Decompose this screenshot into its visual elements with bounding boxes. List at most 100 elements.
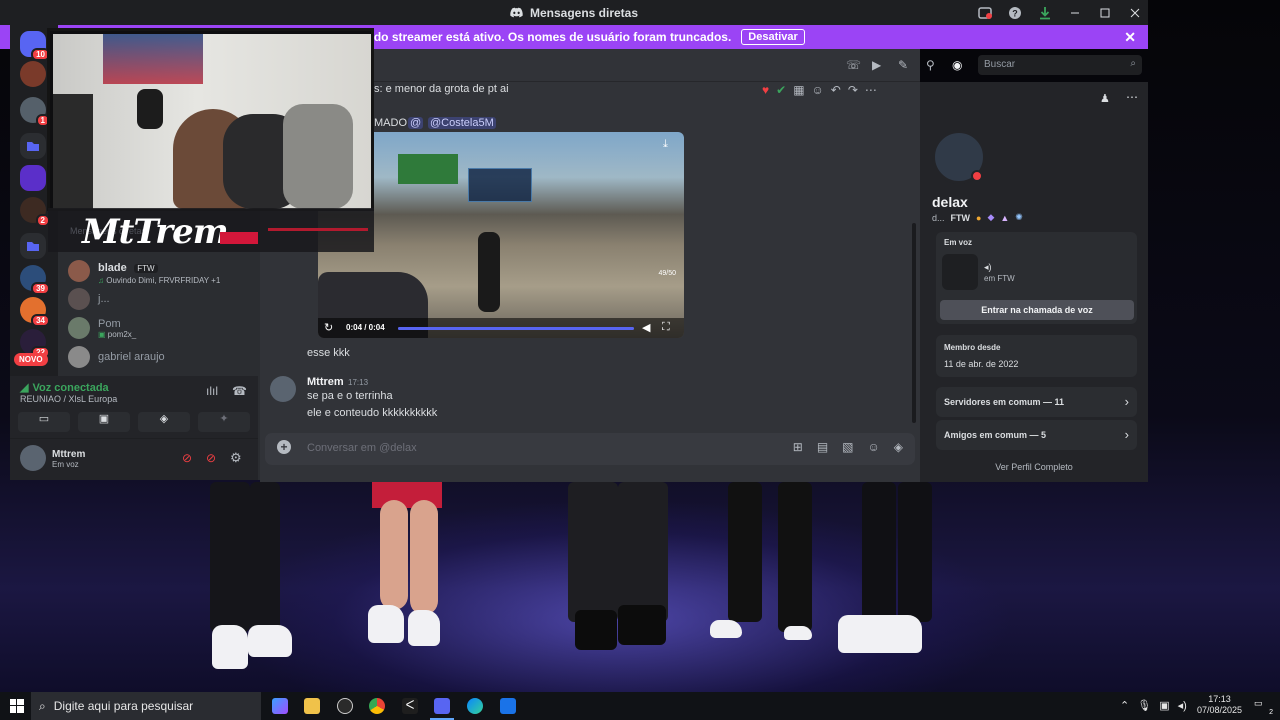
camera-off-button[interactable]: ▭ xyxy=(18,412,70,432)
chevron-right-icon: › xyxy=(1124,394,1129,409)
inbox-alert-icon[interactable] xyxy=(978,6,992,20)
close-banner-icon[interactable]: ✕ xyxy=(1124,29,1136,46)
sticker-icon[interactable]: ▦ xyxy=(793,83,804,101)
add-friend-icon[interactable]: ⚲ xyxy=(926,58,935,72)
dm-item[interactable]: gabriel araujo xyxy=(68,343,165,371)
maximize-icon[interactable] xyxy=(1098,6,1112,20)
mention[interactable]: @ xyxy=(408,117,424,129)
badge-icon: ✺ xyxy=(1015,212,1023,222)
heart-reaction-icon[interactable]: ♥ xyxy=(762,83,769,101)
notification-center[interactable]: ▭ 2 xyxy=(1254,698,1273,716)
server-icon[interactable]: 34 xyxy=(20,297,50,327)
discord-taskbar-icon[interactable] xyxy=(434,698,450,714)
video-download-icon[interactable]: ⤓ xyxy=(663,138,668,151)
minimize-icon[interactable] xyxy=(1068,6,1082,20)
server-icon[interactable]: 22 xyxy=(20,329,50,359)
capcut-icon[interactable]: ᐸ xyxy=(402,698,418,714)
home-button[interactable]: 10 xyxy=(20,31,50,61)
emoji-icon[interactable]: ☺ xyxy=(868,440,880,454)
red-stripe xyxy=(220,232,258,244)
activity-button[interactable]: ◈ xyxy=(138,412,190,432)
disable-streamer-button[interactable]: Desativar xyxy=(741,29,805,45)
windows-start-icon[interactable] xyxy=(10,699,24,718)
more-options-icon[interactable]: ⋯ xyxy=(1126,90,1138,104)
folder-icon[interactable] xyxy=(20,233,46,259)
chevron-up-icon[interactable]: ⌃ xyxy=(1120,699,1129,712)
gear-icon[interactable]: ⚙ xyxy=(230,450,242,466)
reply-icon[interactable]: ↶ xyxy=(831,83,841,101)
dm-item[interactable]: blade FTW ♫ Ouvindo Dimi, FRVRFRIDAY +1 xyxy=(68,257,220,285)
add-friend-profile-icon[interactable]: ♟ xyxy=(1100,92,1110,105)
taskbar-clock[interactable]: 17:13 07/08/2025 xyxy=(1197,694,1242,716)
gift-icon[interactable]: ⊞ xyxy=(793,440,803,454)
dm-item[interactable]: Pom ▣ pom2x_ xyxy=(68,314,136,342)
message-author[interactable]: Mttrem xyxy=(307,376,344,388)
more-icon[interactable]: ⋯ xyxy=(865,83,877,101)
headphones-muted-icon[interactable]: ⊘ xyxy=(206,451,216,465)
mutual-friends-row[interactable]: Amigos em comum — 5 › xyxy=(936,420,1137,450)
user-name[interactable]: Mttrem xyxy=(52,449,85,460)
add-reaction-icon[interactable]: ☺ xyxy=(812,83,824,101)
video-progress-track[interactable] xyxy=(398,327,634,330)
obs-icon[interactable] xyxy=(337,698,353,714)
help-icon[interactable]: ? xyxy=(1008,6,1022,20)
server-icon[interactable]: 1 xyxy=(20,97,50,127)
mic-muted-icon[interactable]: ⊘ xyxy=(182,451,192,465)
video-call-icon[interactable]: ▶ xyxy=(872,58,881,72)
volume-icon[interactable]: ◀ xyxy=(642,321,650,334)
calculator-icon[interactable] xyxy=(500,698,516,714)
chrome-icon[interactable] xyxy=(369,698,385,714)
volume-icon[interactable]: ◂) xyxy=(1178,699,1187,712)
add-attachment-icon[interactable]: + xyxy=(277,440,291,454)
voice-panel: ◢ Voz conectada REUNIAO / XlsL Europa ıl… xyxy=(10,376,258,438)
server-icon[interactable]: 39 xyxy=(20,265,50,295)
check-reaction-icon[interactable]: ✔ xyxy=(776,83,786,101)
soundboard-button[interactable]: ✦ xyxy=(198,412,250,432)
dm-name: blade xyxy=(98,261,127,274)
network-icon[interactable]: ▣ xyxy=(1159,699,1169,712)
voice-channel[interactable]: REUNIAO / XlsL Europa xyxy=(20,394,117,404)
message-composer[interactable]: + Conversar em @delax ⊞ ▤ ▧ ☺ ◈ xyxy=(265,433,915,465)
apps-icon[interactable]: ◈ xyxy=(894,440,903,454)
fullscreen-icon[interactable]: ⛶ xyxy=(662,321,670,334)
search-input[interactable]: Buscar ⌕ xyxy=(978,55,1142,75)
taskbar-search[interactable]: ⌕ Digite aqui para pesquisar xyxy=(31,692,261,720)
noise-icon[interactable]: ılıl xyxy=(206,384,218,398)
user-profile-icon[interactable]: ◉ xyxy=(952,58,962,72)
folder-icon[interactable] xyxy=(20,133,46,159)
pin-icon[interactable]: ✎ xyxy=(898,58,908,72)
server-badge: 34 xyxy=(31,314,50,327)
edge-icon[interactable] xyxy=(467,698,483,714)
microphone-icon[interactable]: 🎙 xyxy=(1137,699,1151,712)
server-icon[interactable]: 2 xyxy=(20,197,50,227)
view-full-profile-link[interactable]: Ver Perfil Completo xyxy=(920,462,1148,472)
copilot-icon[interactable] xyxy=(272,698,288,714)
avatar[interactable] xyxy=(270,376,296,402)
speaker-icon: ◂) xyxy=(984,262,992,272)
sticker-picker-icon[interactable]: ▧ xyxy=(842,440,853,454)
join-voice-button[interactable]: Entrar na chamada de voz xyxy=(940,300,1134,320)
close-window-icon[interactable] xyxy=(1128,6,1142,20)
gif-icon[interactable]: ▤ xyxy=(817,440,828,454)
video-progress-fill xyxy=(398,327,634,330)
game-icon: ▣ xyxy=(98,329,106,339)
dm-item[interactable]: j... xyxy=(68,285,110,313)
message-text: se pa e o terrinha xyxy=(307,390,393,402)
search-placeholder: Buscar xyxy=(984,59,1016,70)
chevron-right-icon: › xyxy=(1124,427,1129,442)
forward-icon[interactable]: ↷ xyxy=(848,83,858,101)
server-icon[interactable] xyxy=(20,61,46,87)
chat-scrollbar[interactable] xyxy=(912,223,916,423)
call-icon[interactable]: ☏ xyxy=(846,58,861,72)
game-character xyxy=(478,232,500,312)
download-icon[interactable] xyxy=(1038,6,1052,20)
avatar[interactable] xyxy=(20,445,46,471)
profile-panel: ♟ ⋯ delax d... FTW ● ◆ ▲ ✺ Em voz ◂) em … xyxy=(920,82,1148,482)
server-icon[interactable] xyxy=(20,165,46,191)
mention[interactable]: @Costela5M xyxy=(428,117,496,129)
disconnect-icon[interactable]: ☎ xyxy=(232,384,247,398)
file-explorer-icon[interactable] xyxy=(304,698,320,714)
mutual-servers-row[interactable]: Servidores em comum — 11 › xyxy=(936,387,1137,417)
share-screen-button[interactable]: ▣ xyxy=(78,412,130,432)
replay-icon[interactable]: ↻ xyxy=(324,321,333,334)
